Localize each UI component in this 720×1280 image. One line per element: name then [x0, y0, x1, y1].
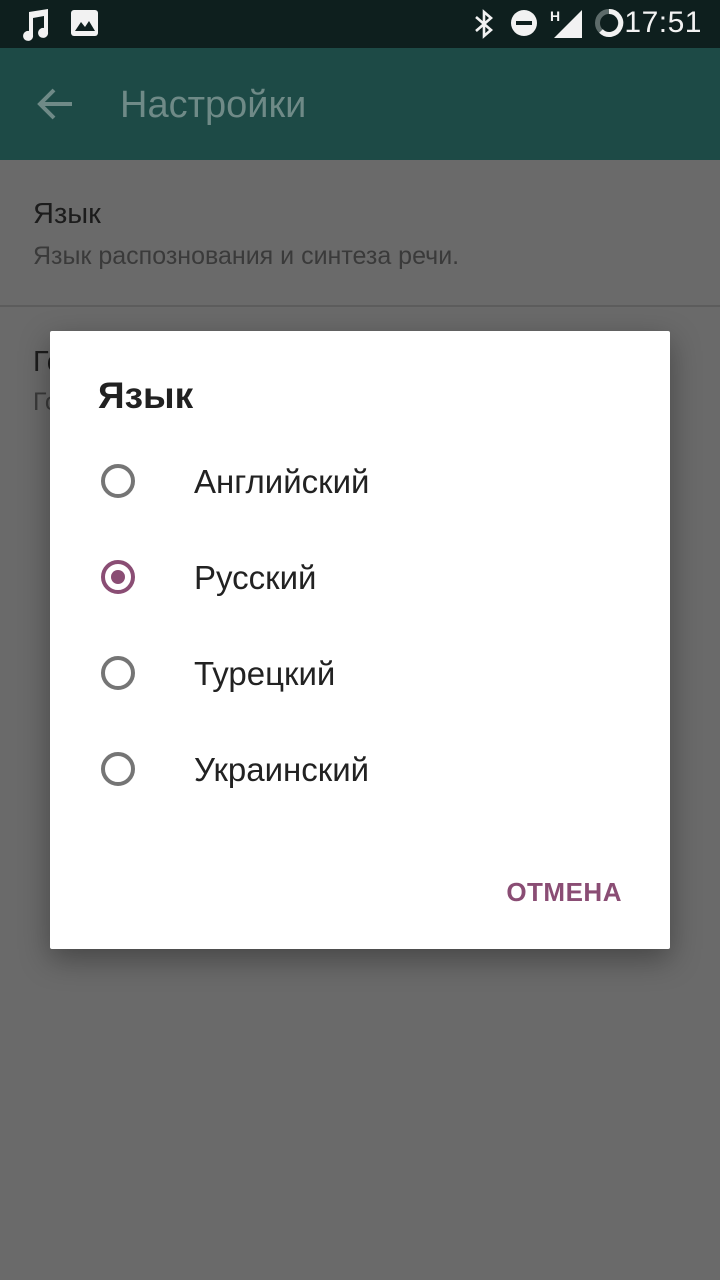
language-option-russian[interactable]: Русский — [50, 533, 670, 629]
language-option-turkish[interactable]: Турецкий — [50, 629, 670, 725]
language-option-ukrainian[interactable]: Украинский — [50, 725, 670, 821]
bluetooth-icon — [475, 9, 493, 39]
dialog-title: Язык — [98, 375, 194, 416]
signal-icon — [554, 10, 582, 38]
image-icon — [71, 10, 98, 36]
radio-button-checked[interactable] — [101, 560, 135, 594]
page-title: Настройки — [120, 84, 307, 126]
language-option-english[interactable]: Английский — [50, 437, 670, 533]
option-label: Русский — [194, 559, 317, 596]
do-not-disturb-icon — [511, 10, 537, 36]
cancel-button[interactable]: ОТМЕНА — [506, 877, 622, 908]
music-note-icon — [23, 9, 49, 41]
status-bar: H 17:51 — [0, 0, 720, 48]
option-label: Английский — [194, 463, 370, 500]
language-dialog: Язык Английский Русский Турецкий Украинс… — [50, 331, 670, 949]
preference-title: Язык — [33, 198, 101, 230]
option-label: Украинский — [194, 751, 370, 788]
radio-button[interactable] — [101, 656, 135, 690]
radio-dot — [111, 570, 125, 584]
toolbar: Настройки — [0, 48, 720, 160]
option-label: Турецкий — [194, 655, 336, 692]
battery-icon — [595, 8, 624, 37]
preference-summary: Язык распознования и синтеза речи. — [33, 242, 460, 270]
divider — [0, 305, 720, 307]
arrow-back-icon[interactable] — [36, 86, 76, 122]
clock: 17:51 — [624, 6, 702, 39]
radio-button[interactable] — [101, 464, 135, 498]
radio-button[interactable] — [101, 752, 135, 786]
